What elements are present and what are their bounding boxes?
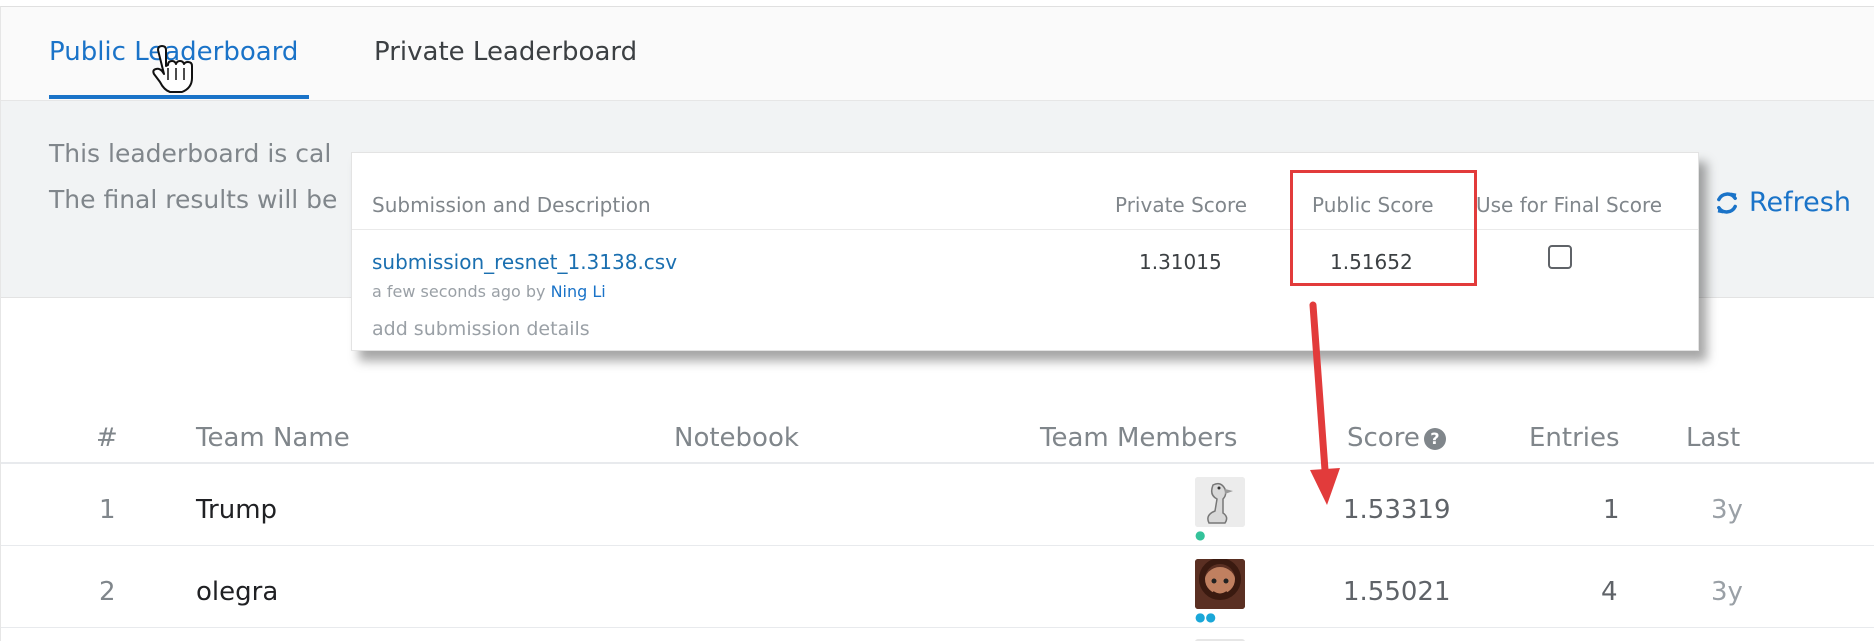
popup-header-final-score: Use for Final Score bbox=[1476, 193, 1663, 217]
submission-file-link[interactable]: submission_resnet_1.3138.csv bbox=[372, 250, 677, 274]
member-status-dots: ●● bbox=[1195, 610, 1216, 624]
col-header-team-name[interactable]: Team Name bbox=[196, 423, 350, 453]
info-text-line-2: The final results will be bbox=[49, 185, 338, 214]
row-team-name[interactable]: Trump bbox=[196, 495, 277, 525]
submission-meta: a few seconds ago by Ning Li bbox=[372, 282, 606, 301]
leaderboard-panel: Public Leaderboard Private Leaderboard T… bbox=[0, 6, 1874, 641]
public-score-highlight-box bbox=[1290, 170, 1477, 286]
row-last: 3y bbox=[1711, 577, 1743, 607]
info-text-line-1: This leaderboard is cal bbox=[49, 139, 332, 168]
member-status-dot: ● bbox=[1195, 528, 1206, 542]
goose-avatar-image bbox=[1195, 477, 1245, 527]
submission-popup: Submission and Description Private Score… bbox=[351, 152, 1699, 351]
row-score: 1.55021 bbox=[1343, 577, 1451, 607]
row-divider bbox=[1, 545, 1874, 546]
tab-private-leaderboard[interactable]: Private Leaderboard bbox=[374, 37, 637, 67]
submission-author-link[interactable]: Ning Li bbox=[551, 282, 606, 301]
tab-bar: Public Leaderboard Private Leaderboard bbox=[1, 7, 1874, 101]
tab-public-leaderboard[interactable]: Public Leaderboard bbox=[49, 37, 298, 67]
col-header-team-members: Team Members bbox=[1040, 423, 1238, 453]
col-header-rank: # bbox=[96, 423, 118, 453]
row-last: 3y bbox=[1711, 495, 1743, 525]
portrait-avatar[interactable] bbox=[1195, 559, 1245, 609]
refresh-button[interactable]: Refresh bbox=[1713, 187, 1851, 218]
table-header-divider bbox=[1, 462, 1874, 464]
popup-header-divider bbox=[352, 229, 1698, 230]
goose-avatar[interactable] bbox=[1195, 477, 1245, 527]
add-submission-details-link[interactable]: add submission details bbox=[372, 318, 590, 340]
col-header-score-label: Score bbox=[1347, 423, 1420, 453]
refresh-label: Refresh bbox=[1749, 187, 1851, 218]
col-header-last[interactable]: Last bbox=[1686, 423, 1740, 453]
row-rank: 1 bbox=[99, 495, 116, 525]
help-icon[interactable]: ? bbox=[1423, 428, 1446, 450]
row-entries: 1 bbox=[1603, 495, 1620, 525]
col-header-score[interactable]: Score? bbox=[1347, 423, 1446, 453]
table-row[interactable]: 2 olegra ●● 1.55021 4 3y bbox=[1, 547, 1874, 627]
submission-time: a few seconds ago by bbox=[372, 282, 546, 301]
portrait-avatar-image bbox=[1195, 559, 1245, 609]
col-header-entries[interactable]: Entries bbox=[1529, 423, 1620, 453]
row-score: 1.53319 bbox=[1343, 495, 1451, 525]
submission-private-score: 1.31015 bbox=[1139, 250, 1222, 274]
row-rank: 2 bbox=[99, 577, 116, 607]
active-tab-indicator bbox=[49, 95, 309, 99]
popup-header-private-score: Private Score bbox=[1115, 193, 1248, 217]
row-divider bbox=[1, 627, 1874, 628]
use-for-final-score-checkbox[interactable] bbox=[1548, 245, 1572, 269]
row-entries: 4 bbox=[1601, 577, 1618, 607]
col-header-notebook: Notebook bbox=[674, 423, 799, 453]
popup-header-submission: Submission and Description bbox=[372, 193, 651, 217]
table-row[interactable]: 1 Trump ● 1.53319 1 3y bbox=[1, 465, 1874, 545]
refresh-icon bbox=[1717, 191, 1737, 214]
row-team-name[interactable]: olegra bbox=[196, 577, 278, 607]
